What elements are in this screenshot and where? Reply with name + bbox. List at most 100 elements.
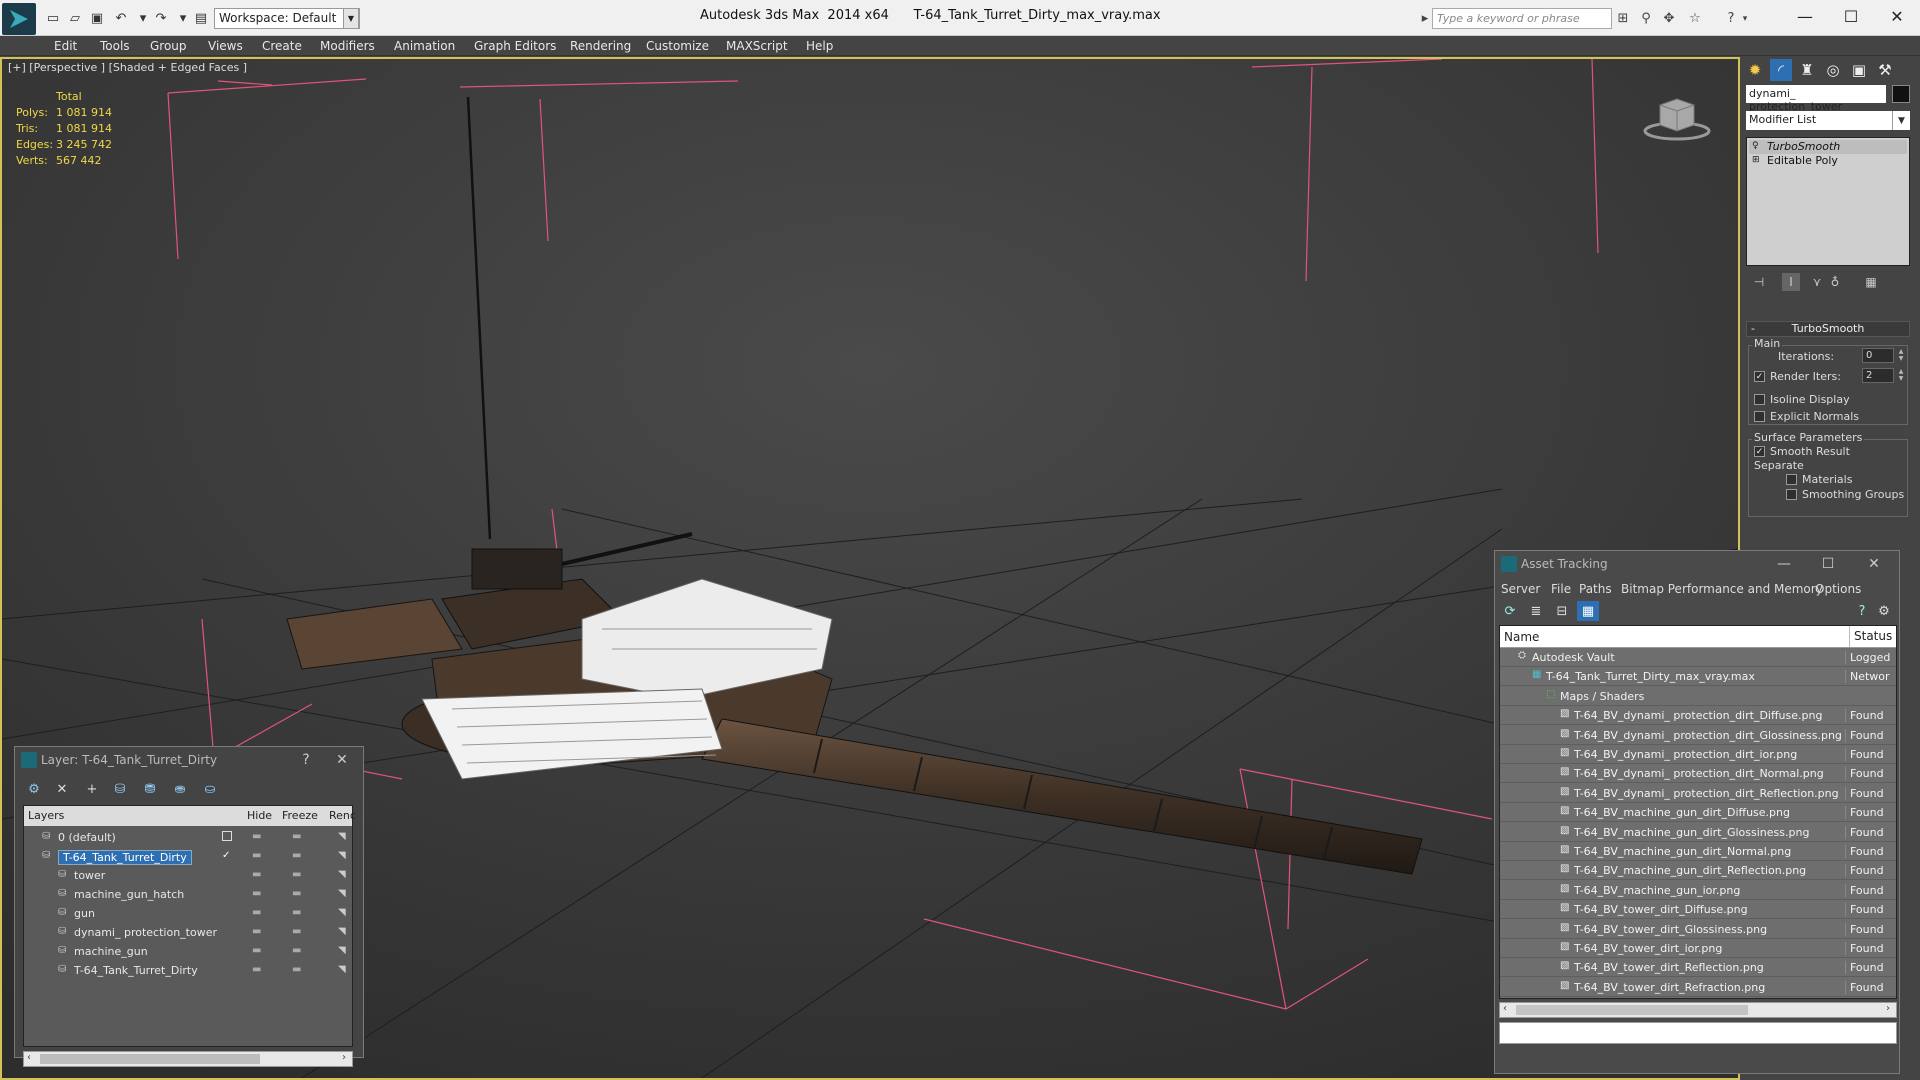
layer-row[interactable]: ⛁ T-64_Tank_Turret_Dirty ▬ ▬ ◥ [24, 961, 352, 980]
refresh-icon[interactable]: ⟳ [1499, 601, 1521, 621]
undo-icon[interactable]: ↶ [112, 9, 130, 27]
render-iters-spinner[interactable]: 2 [1862, 368, 1894, 383]
expand-plus-icon[interactable]: ⊞ [1752, 155, 1762, 166]
render-toggle-icon[interactable]: ◥ [338, 964, 350, 976]
close-icon[interactable]: ✕ [331, 751, 353, 769]
render-toggle-icon[interactable]: ◥ [338, 888, 350, 900]
asset-row[interactable]: ▧ T-64_BV_dynami_ protection_dirt_Normal.… [1500, 764, 1896, 784]
search-input[interactable]: Type a keyword or phrase [1432, 8, 1612, 29]
asset-menu-bitmap-performance[interactable]: Bitmap Performance and Memory [1621, 582, 1823, 596]
viewcube[interactable] [1642, 93, 1712, 143]
spinner-arrows-icon[interactable]: ▲ ▼ [1896, 348, 1906, 363]
close-window-button[interactable]: ✕ [1874, 0, 1920, 32]
asset-menu-paths[interactable]: Paths [1579, 582, 1612, 596]
hide-toggle[interactable]: ▬ [252, 926, 261, 937]
iterations-spinner[interactable]: 0 [1862, 348, 1894, 363]
app-logo-button[interactable] [2, 3, 36, 35]
asset-menu-server[interactable]: Server [1501, 582, 1540, 596]
asset-name[interactable]: Autodesk Vault [1532, 651, 1615, 664]
undo-dropdown-icon[interactable]: ▾ [134, 9, 152, 27]
grid-view-icon[interactable]: ▦ [1577, 601, 1599, 621]
menu-modifiers[interactable]: Modifiers [320, 39, 375, 53]
minimize-button[interactable]: — [1782, 0, 1828, 32]
asset-name[interactable]: T-64_Tank_Turret_Dirty_max_vray.max [1546, 670, 1755, 683]
menu-group[interactable]: Group [150, 39, 187, 53]
asset-name[interactable]: T-64_BV_machine_gun_dirt_Normal.png [1574, 845, 1791, 858]
object-name-field[interactable]: dynami_ protection_tower [1746, 85, 1886, 113]
layer-name[interactable]: machine_gun_hatch [74, 888, 184, 901]
settings-icon[interactable]: ⚙ [1873, 601, 1895, 621]
minimize-button[interactable]: — [1773, 555, 1795, 573]
freeze-all-layers-icon[interactable]: ⛀ [199, 779, 221, 799]
layer-name[interactable]: T-64_Tank_Turret_Dirty [58, 850, 192, 865]
spinner-arrows-icon[interactable]: ▲ ▼ [1896, 368, 1906, 383]
layer-window-titlebar[interactable]: Layer: T-64_Tank_Turret_Dirty ? ✕ [15, 747, 365, 775]
hide-toggle[interactable]: ▬ [252, 964, 261, 975]
menu-help[interactable]: Help [806, 39, 833, 53]
list-view-icon[interactable]: ≣ [1525, 601, 1547, 621]
freeze-toggle[interactable]: ▬ [292, 964, 301, 975]
scroll-right-icon[interactable]: › [342, 1052, 346, 1063]
hide-toggle[interactable]: ▬ [252, 907, 261, 918]
asset-row[interactable]: ▧ T-64_BV_machine_gun_dirt_Reflection.png… [1500, 861, 1896, 881]
hide-toggle[interactable]: ▬ [252, 850, 261, 861]
scroll-left-icon[interactable]: ‹ [1503, 1003, 1507, 1014]
redo-icon[interactable]: ↷ [152, 9, 170, 27]
asset-row[interactable]: ▧ T-64_BV_machine_gun_dirt_Normal.png Foun… [1500, 842, 1896, 861]
column-status[interactable]: Status [1849, 626, 1892, 647]
add-to-layer-icon[interactable]: + [81, 779, 103, 799]
asset-row[interactable]: ⬚ Maps / Shaders [1500, 687, 1896, 706]
layer-row[interactable]: ⛁ machine_gun_hatch ▬ ▬ ◥ [24, 885, 352, 904]
layer-name[interactable]: machine_gun [74, 945, 148, 958]
asset-row[interactable]: ▧ T-64_BV_tower_dirt_Reflection.png Found [1500, 958, 1896, 978]
render-toggle-icon[interactable]: ◥ [338, 869, 350, 881]
turbosmooth-rollout-header[interactable]: - TurboSmooth [1746, 321, 1910, 337]
scroll-right-icon[interactable]: › [1886, 1003, 1890, 1014]
help-icon[interactable]: ? [1722, 10, 1740, 27]
highlight-layer-icon[interactable]: ⛃ [139, 779, 161, 799]
asset-row[interactable]: ⛭ Autodesk Vault Logged [1500, 648, 1896, 667]
asset-name[interactable]: T-64_BV_machine_gun_ior.png [1574, 884, 1740, 897]
render-toggle-icon[interactable]: ◥ [338, 945, 350, 957]
asset-row[interactable]: ▧ T-64_BV_dynami_ protection_dirt_ior.png… [1500, 745, 1896, 764]
motion-tab-icon[interactable]: ◎ [1822, 59, 1844, 81]
layer-row[interactable]: ⛁ tower ▬ ▬ ◥ [24, 866, 352, 885]
pin-stack-icon[interactable]: ⊣ [1750, 273, 1768, 291]
asset-window-titlebar[interactable]: Asset Tracking — ☐ ✕ [1495, 551, 1901, 579]
asset-row[interactable]: ▧ T-64_BV_dynami_ protection_dirt_Reflect… [1500, 784, 1896, 803]
asset-row[interactable]: ▧ T-64_BV_tower_dirt_ior.png Found [1500, 939, 1896, 958]
render-toggle-icon[interactable]: ◥ [338, 831, 350, 843]
select-in-layer-icon[interactable]: ⛁ [109, 779, 131, 799]
asset-name[interactable]: T-64_BV_tower_dirt_Reflection.png [1574, 961, 1764, 974]
asset-row[interactable]: ▧ T-64_BV_machine_gun_ior.png Found [1500, 881, 1896, 900]
create-tab-icon[interactable]: ✹ [1744, 59, 1766, 81]
layer-name[interactable]: T-64_Tank_Turret_Dirty [74, 964, 198, 977]
isoline-display-checkbox[interactable] [1754, 394, 1765, 405]
asset-path-field[interactable] [1499, 1022, 1897, 1044]
asset-name[interactable]: T-64_BV_tower_dirt_ior.png [1574, 942, 1722, 955]
layer-name[interactable]: 0 (default) [58, 831, 116, 844]
layer-name[interactable]: tower [74, 869, 105, 882]
asset-name[interactable]: T-64_BV_dynami_ protection_dirt_Normal.p… [1574, 767, 1824, 780]
asset-name[interactable]: T-64_BV_dynami_ protection_dirt_Reflecti… [1574, 787, 1839, 800]
column-name[interactable]: Name [1504, 630, 1539, 644]
layer-row[interactable]: ⛁ dynami_ protection_tower ▬ ▬ ◥ [24, 923, 352, 942]
active-layer-check-icon[interactable]: ✓ [222, 850, 234, 862]
layer-row[interactable]: ⛁ gun ▬ ▬ ◥ [24, 904, 352, 923]
modify-tab-icon[interactable]: ◜ [1770, 59, 1792, 81]
freeze-toggle[interactable]: ▬ [292, 888, 301, 899]
close-icon[interactable]: ✕ [1863, 555, 1885, 573]
menu-rendering[interactable]: Rendering [570, 39, 631, 53]
object-color-swatch[interactable] [1892, 85, 1910, 103]
hierarchy-tab-icon[interactable]: ♜ [1796, 59, 1818, 81]
lightbulb-icon[interactable]: ♀ [1752, 141, 1762, 152]
binoculars-icon[interactable]: ⊞ [1614, 10, 1632, 27]
freeze-toggle[interactable]: ▬ [292, 831, 301, 842]
smooth-result-checkbox[interactable]: ✓ [1754, 446, 1765, 457]
viewport-label[interactable]: [+] [Perspective ] [Shaded + Edged Faces… [8, 61, 247, 74]
maximize-button[interactable]: ☐ [1817, 555, 1839, 573]
asset-row[interactable]: ▧ T-64_BV_dynami_ protection_dirt_Glossin… [1500, 726, 1896, 745]
menu-tools[interactable]: Tools [100, 39, 130, 53]
new-file-icon[interactable]: ▭ [44, 9, 62, 27]
layer-scrollbar[interactable]: ‹ › [23, 1051, 353, 1067]
